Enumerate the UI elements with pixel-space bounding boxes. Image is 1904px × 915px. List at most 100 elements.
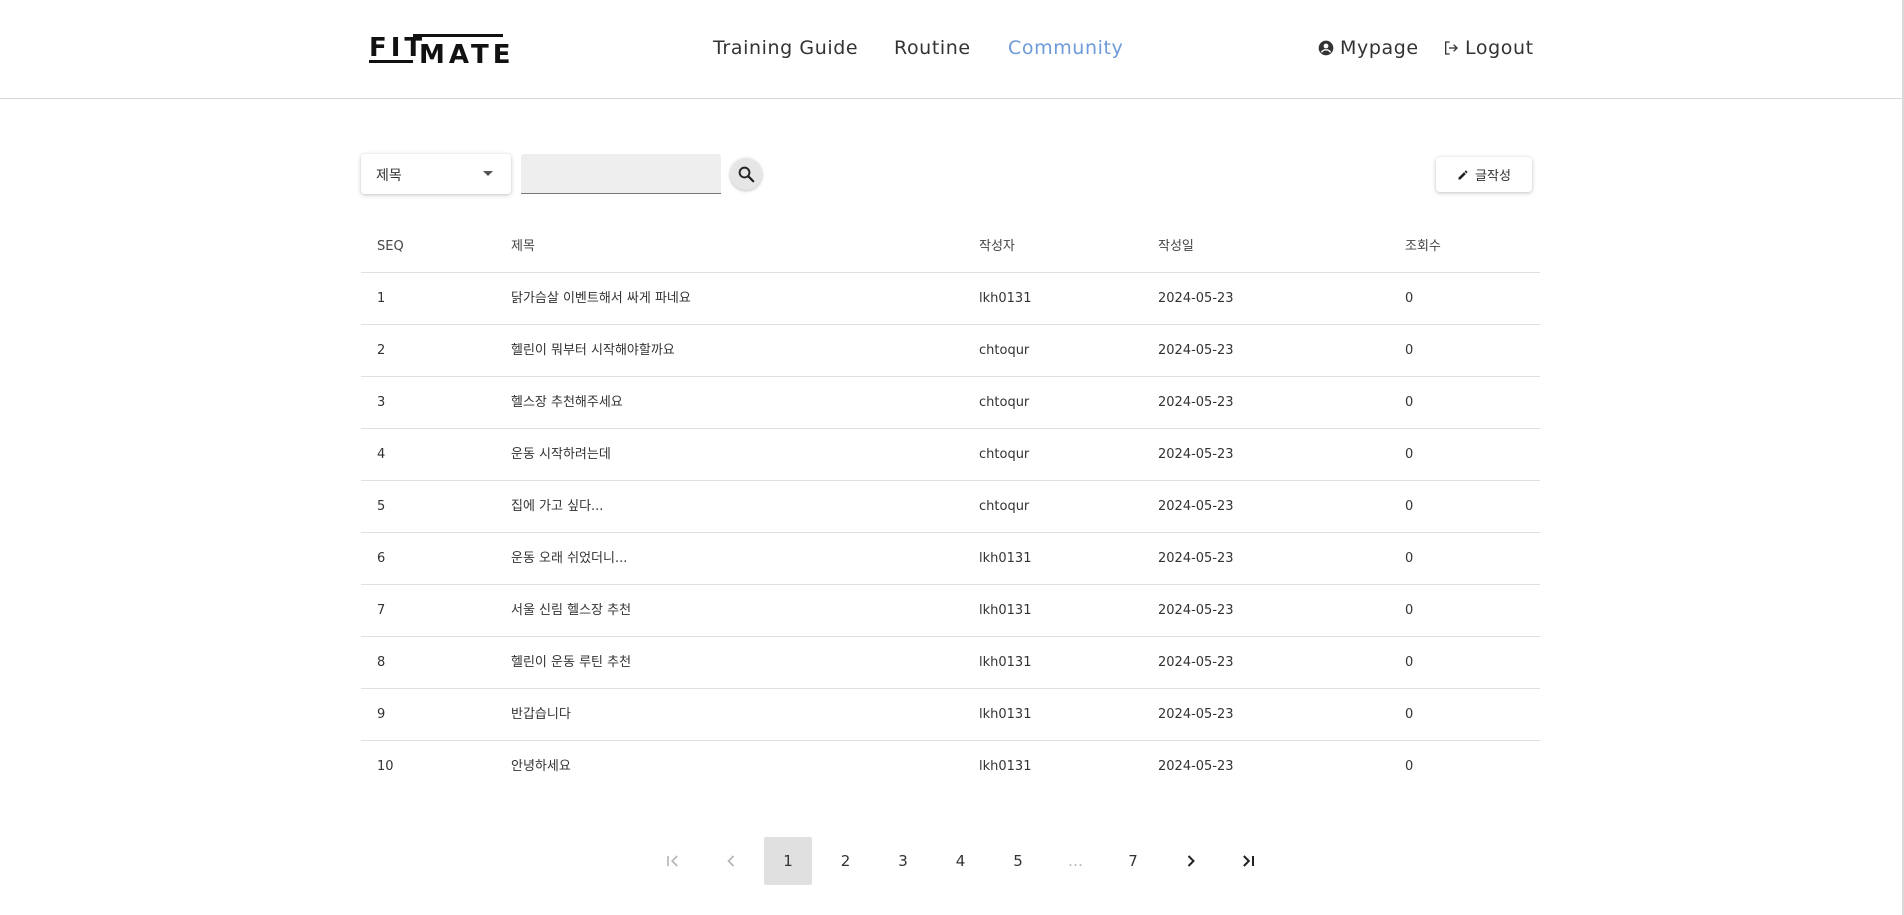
top-header: FIT MATE Training Guide Routine Communit…	[0, 0, 1904, 99]
row-author: lkh0131	[979, 759, 1032, 774]
row-title[interactable]: 운동 오래 쉬었더니...	[511, 533, 627, 585]
table-row[interactable]: 10 안녕하세요 lkh0131 2024-05-23 0	[361, 741, 1540, 793]
row-title[interactable]: 헬린이 뭐부터 시작해야할까요	[511, 325, 675, 377]
pagination: 1 2 3 4 5 … 7	[649, 837, 1282, 885]
row-author: chtoqur	[979, 499, 1030, 514]
page-button-7[interactable]: 7	[1109, 837, 1157, 885]
table-row[interactable]: 2 헬린이 뭐부터 시작해야할까요 chtoqur 2024-05-23 0	[361, 325, 1540, 377]
page-button-1[interactable]: 1	[764, 837, 812, 885]
row-title[interactable]: 반갑습니다	[511, 689, 571, 741]
first-page-icon	[667, 855, 678, 867]
row-date: 2024-05-23	[1158, 343, 1234, 358]
nav-community[interactable]: Community	[1008, 37, 1123, 59]
search-field-select[interactable]: 제목	[361, 154, 511, 194]
posts-table: SEQ 제목 작성자 작성일 조회수 1 닭가슴살 이벤트해서 싸게 파네요 lkh…	[361, 221, 1540, 793]
page-button-2[interactable]: 2	[822, 837, 870, 885]
next-page-icon	[1187, 855, 1195, 867]
search-input[interactable]	[521, 154, 721, 194]
row-title[interactable]: 서울 신림 헬스장 추천	[511, 585, 631, 637]
row-date: 2024-05-23	[1158, 603, 1234, 618]
fitmate-logo[interactable]: FIT MATE	[369, 33, 510, 70]
page-button-3[interactable]: 3	[879, 837, 927, 885]
row-title[interactable]: 닭가슴살 이벤트해서 싸게 파네요	[511, 273, 691, 325]
nav-routine[interactable]: Routine	[894, 37, 971, 59]
row-seq: 7	[377, 603, 386, 618]
table-row[interactable]: 5 집에 가고 싶다... chtoqur 2024-05-23 0	[361, 481, 1540, 533]
mypage-link[interactable]: Mypage	[1318, 37, 1419, 59]
row-seq: 9	[377, 707, 386, 722]
account-circle-icon	[1318, 40, 1334, 56]
logo-line	[369, 60, 413, 63]
column-header-views[interactable]: 조회수	[1405, 221, 1441, 273]
dropdown-arrow-icon	[483, 171, 493, 176]
row-seq: 3	[377, 395, 386, 410]
table-header: SEQ 제목 작성자 작성일 조회수	[361, 221, 1540, 273]
row-author: lkh0131	[979, 655, 1032, 670]
search-button[interactable]	[730, 158, 762, 190]
search-icon	[738, 166, 754, 182]
search-field-value: 제목	[376, 168, 402, 184]
row-date: 2024-05-23	[1158, 655, 1234, 670]
table-row[interactable]: 4 운동 시작하려는데 chtoqur 2024-05-23 0	[361, 429, 1540, 481]
row-author: lkh0131	[979, 707, 1032, 722]
row-views: 0	[1405, 291, 1414, 306]
row-views: 0	[1405, 447, 1414, 462]
column-header-seq[interactable]: SEQ	[377, 221, 404, 273]
row-views: 0	[1405, 707, 1414, 722]
next-page-button[interactable]	[1167, 837, 1215, 885]
row-author: chtoqur	[979, 447, 1030, 462]
row-views: 0	[1405, 603, 1414, 618]
row-views: 0	[1405, 655, 1414, 670]
logo-line	[413, 34, 503, 37]
column-header-author[interactable]: 작성자	[979, 221, 1015, 273]
row-author: chtoqur	[979, 395, 1030, 410]
table-row[interactable]: 9 반갑습니다 lkh0131 2024-05-23 0	[361, 689, 1540, 741]
row-title[interactable]: 운동 시작하려는데	[511, 429, 611, 481]
row-seq: 2	[377, 343, 386, 358]
page-ellipsis: …	[1068, 852, 1083, 870]
row-title[interactable]: 집에 가고 싶다...	[511, 481, 603, 533]
page-button-4[interactable]: 4	[937, 837, 985, 885]
logout-label: Logout	[1465, 37, 1534, 59]
table-row[interactable]: 6 운동 오래 쉬었더니... lkh0131 2024-05-23 0	[361, 533, 1540, 585]
row-date: 2024-05-23	[1158, 707, 1234, 722]
logout-link[interactable]: Logout	[1443, 37, 1534, 59]
prev-page-icon	[726, 855, 734, 867]
row-author: lkh0131	[979, 603, 1032, 618]
write-post-button[interactable]: 글작성	[1436, 157, 1532, 192]
table-row[interactable]: 8 헬린이 운동 루틴 추천 lkh0131 2024-05-23 0	[361, 637, 1540, 689]
mypage-label: Mypage	[1340, 37, 1419, 59]
last-page-button[interactable]	[1224, 837, 1272, 885]
nav-training-guide[interactable]: Training Guide	[713, 37, 858, 59]
row-seq: 1	[377, 291, 386, 306]
row-date: 2024-05-23	[1158, 551, 1234, 566]
row-date: 2024-05-23	[1158, 291, 1234, 306]
table-row[interactable]: 7 서울 신림 헬스장 추천 lkh0131 2024-05-23 0	[361, 585, 1540, 637]
last-page-icon	[1243, 855, 1254, 867]
table-row[interactable]: 3 헬스장 추천해주세요 chtoqur 2024-05-23 0	[361, 377, 1540, 429]
row-date: 2024-05-23	[1158, 759, 1234, 774]
row-author: chtoqur	[979, 343, 1030, 358]
row-seq: 10	[377, 759, 394, 774]
first-page-button[interactable]	[649, 837, 697, 885]
page-button-5[interactable]: 5	[994, 837, 1042, 885]
row-author: lkh0131	[979, 291, 1032, 306]
pencil-icon	[1458, 169, 1468, 179]
logo-fit-text: FIT	[369, 33, 427, 63]
row-views: 0	[1405, 499, 1414, 514]
column-header-title[interactable]: 제목	[511, 221, 535, 273]
row-date: 2024-05-23	[1158, 395, 1234, 410]
logout-icon	[1445, 41, 1458, 55]
logo-mate-text: MATE	[419, 40, 515, 70]
prev-page-button[interactable]	[707, 837, 755, 885]
row-title[interactable]: 안녕하세요	[511, 741, 571, 793]
table-body: 1 닭가슴살 이벤트해서 싸게 파네요 lkh0131 2024-05-23 0 2 헬린이…	[361, 273, 1540, 793]
row-seq: 5	[377, 499, 386, 514]
row-views: 0	[1405, 343, 1414, 358]
table-row[interactable]: 1 닭가슴살 이벤트해서 싸게 파네요 lkh0131 2024-05-23 0	[361, 273, 1540, 325]
row-title[interactable]: 헬스장 추천해주세요	[511, 377, 623, 429]
row-seq: 8	[377, 655, 386, 670]
write-post-label: 글작성	[1475, 169, 1511, 184]
column-header-date[interactable]: 작성일	[1158, 221, 1194, 273]
row-title[interactable]: 헬린이 운동 루틴 추천	[511, 637, 631, 689]
